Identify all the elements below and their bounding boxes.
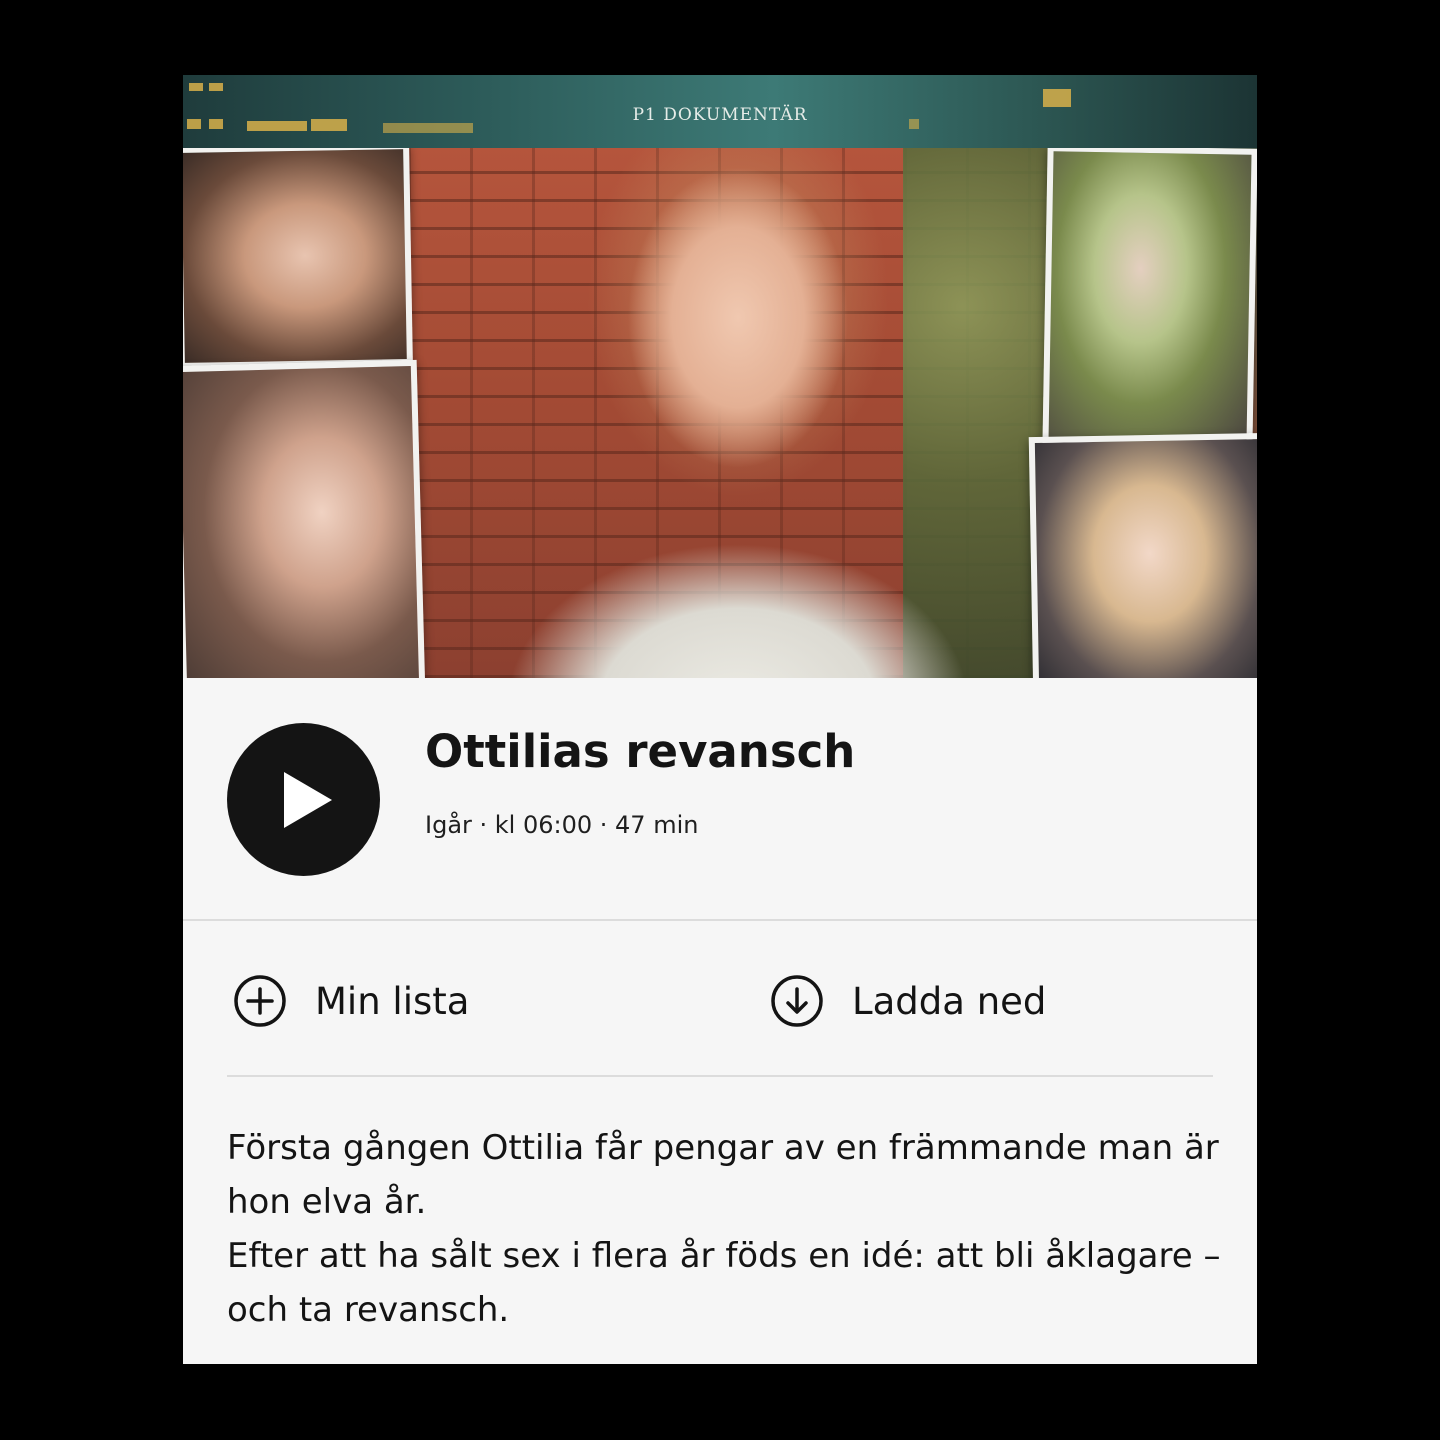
photo-collage-bottom-left bbox=[183, 359, 426, 678]
episode-title: Ottilias revansch bbox=[425, 725, 856, 778]
download-circle-icon bbox=[771, 975, 823, 1027]
episode-description: Första gången Ottilia får pengar av en f… bbox=[227, 1121, 1227, 1337]
download-button[interactable]: Ladda ned bbox=[770, 971, 1046, 1031]
episode-card: P1 DOKUMENTÄR Ottilias revansch Igår · k… bbox=[183, 75, 1257, 1364]
play-button[interactable] bbox=[227, 723, 380, 876]
portrait-center bbox=[508, 148, 968, 678]
download-label: Ladda ned bbox=[852, 979, 1047, 1023]
description-paragraph: Efter att ha sålt sex i flera år föds en… bbox=[227, 1236, 1221, 1330]
add-to-my-list-button[interactable]: Min lista bbox=[233, 971, 469, 1031]
hero-series-label: P1 DOKUMENTÄR bbox=[632, 105, 808, 125]
play-icon bbox=[284, 772, 332, 828]
episode-meta: Igår · kl 06:00 · 47 min bbox=[425, 811, 699, 839]
photo-collage-bottom-right bbox=[1028, 432, 1257, 678]
plus-circle-icon bbox=[234, 975, 286, 1027]
divider bbox=[183, 919, 1257, 921]
photo-collage-top-left bbox=[183, 142, 413, 370]
my-list-label: Min lista bbox=[315, 979, 470, 1023]
photo-collage-top-right bbox=[1042, 145, 1257, 451]
divider bbox=[227, 1075, 1213, 1077]
description-paragraph: Första gången Ottilia får pengar av en f… bbox=[227, 1128, 1219, 1222]
hero-header-band: P1 DOKUMENTÄR bbox=[183, 75, 1257, 148]
episode-cover-image: P1 DOKUMENTÄR bbox=[183, 75, 1257, 678]
